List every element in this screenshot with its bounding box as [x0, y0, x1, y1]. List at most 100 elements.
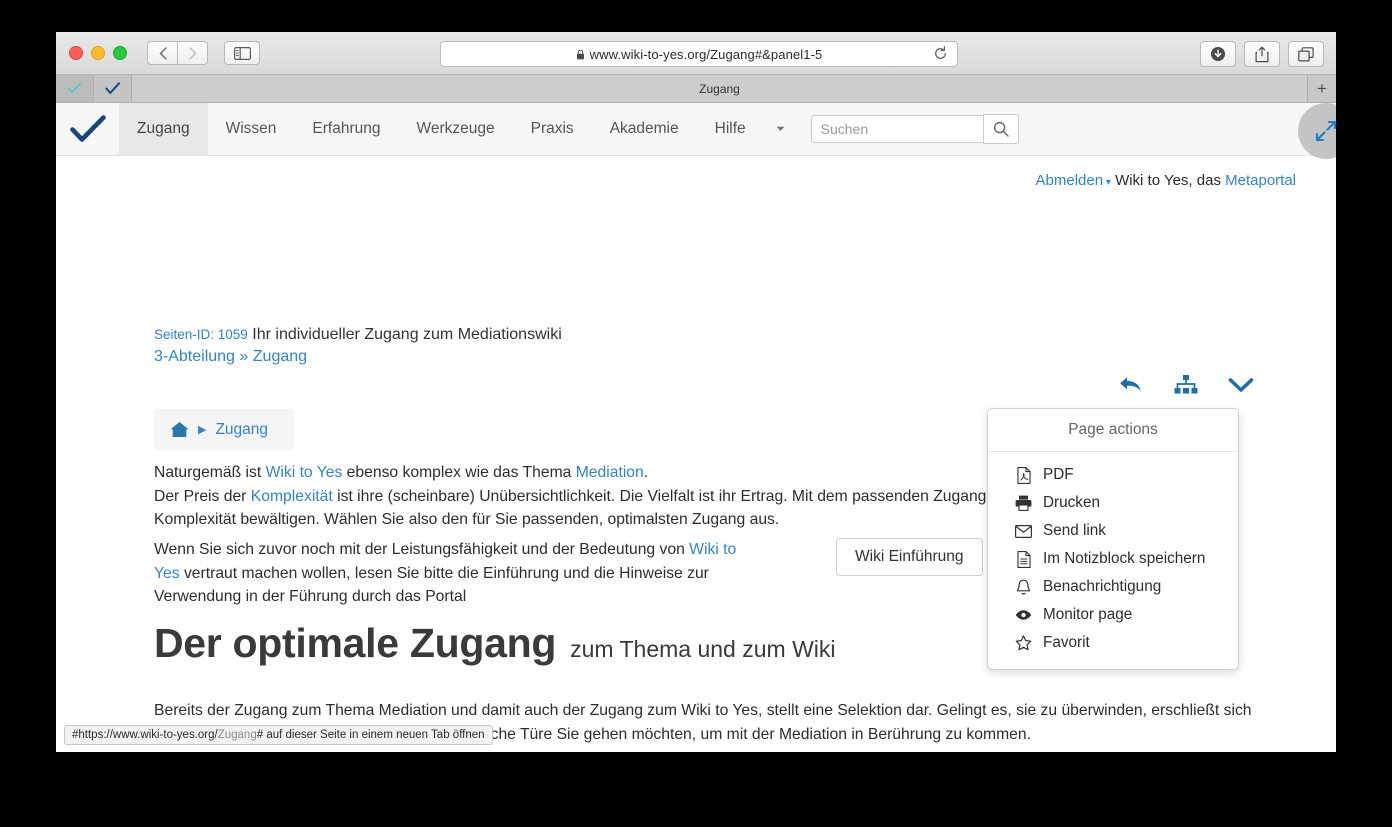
menu-item-label: Favorit [1043, 634, 1090, 652]
search-input[interactable] [811, 115, 983, 143]
menu-item-benachrichtigung[interactable]: Benachrichtigung [988, 573, 1238, 601]
bell-icon [1015, 579, 1032, 596]
breadcrumb-parent[interactable]: 3-Abteilung [154, 348, 235, 365]
browser-tab[interactable] [94, 75, 132, 102]
reply-arrow-icon[interactable] [1118, 374, 1144, 396]
section-heading: Der optimale Zugang zum Thema und zum Wi… [154, 620, 836, 667]
maximize-window-button[interactable] [113, 46, 127, 60]
menu-item-notizblock[interactable]: Im Notizblock speichern [988, 545, 1238, 573]
nav-item-praxis[interactable]: Praxis [513, 103, 592, 155]
search-button[interactable] [983, 114, 1019, 144]
menu-item-label: Im Notizblock speichern [1043, 550, 1205, 568]
page-action-icons [1118, 374, 1254, 396]
nav-item-erfahrung[interactable]: Erfahrung [294, 103, 398, 155]
link-mediation[interactable]: Mediation [576, 464, 644, 481]
menu-item-favorit[interactable]: Favorit [988, 629, 1238, 657]
new-tab-label: + [1317, 79, 1327, 99]
paragraph-einfuehrung: Wenn Sie sich zuvor noch mit der Leistun… [154, 538, 759, 609]
browser-toolbar: www.wiki-to-yes.org/Zugang#&panel1-5 [56, 32, 1336, 75]
page-content: Abmelden ▾ Wiki to Yes, das Metaportal S… [56, 156, 1336, 752]
page-title-row: Seiten-ID: 1059 Ihr individueller Zugang… [154, 324, 562, 346]
toolbar-right-buttons [1200, 41, 1324, 67]
nav-label: Praxis [531, 120, 574, 138]
nav-item-zugang[interactable]: Zugang [119, 103, 208, 155]
sidebar-toggle-icon [234, 47, 251, 60]
breadcrumb-box: ▶ Zugang [154, 409, 294, 450]
downloads-button[interactable] [1200, 41, 1236, 67]
link-komplexitaet[interactable]: Komplexität [251, 488, 333, 505]
page-meta: Seiten-ID: 1059 Ihr individueller Zugang… [154, 324, 562, 368]
menu-item-pdf[interactable]: PDF [988, 461, 1238, 489]
text-segment: . [644, 464, 648, 481]
breadcrumb-current[interactable]: Zugang [253, 348, 307, 365]
menu-item-drucken[interactable]: Drucken [988, 489, 1238, 517]
close-window-button[interactable] [69, 46, 83, 60]
window-controls [69, 46, 127, 60]
checkmark-icon [105, 82, 121, 96]
minimize-window-button[interactable] [91, 46, 105, 60]
nav-more-button[interactable] [764, 103, 797, 155]
page-actions-list: PDF Drucken [988, 452, 1238, 669]
screen: www.wiki-to-yes.org/Zugang#&panel1-5 [0, 0, 1392, 827]
nav-item-akademie[interactable]: Akademie [592, 103, 697, 155]
menu-item-send-link[interactable]: Send link [988, 517, 1238, 545]
link-wiki-to-yes[interactable]: Wiki to Yes [266, 464, 343, 481]
expand-diagonal-icon [1315, 120, 1336, 142]
status-prefix: #https://www.wiki-to-yes.org/ [72, 729, 218, 741]
checkmark-icon [67, 82, 82, 95]
eye-icon [1015, 609, 1032, 621]
caret-down-icon[interactable]: ▾ [1103, 177, 1111, 188]
nav-label: Zugang [137, 120, 190, 138]
wiki-einfuehrung-button[interactable]: Wiki Einführung [836, 538, 983, 576]
nav-item-werkzeuge[interactable]: Werkzeuge [398, 103, 512, 155]
chevron-down-icon[interactable] [1228, 377, 1254, 394]
lock-icon [576, 49, 585, 60]
browser-tab-label: Zugang [699, 82, 740, 96]
site-search [811, 103, 1019, 155]
text-segment: Naturgemäß ist [154, 464, 266, 481]
nav-label: Erfahrung [312, 120, 380, 138]
sitemap-icon[interactable] [1174, 374, 1198, 396]
menu-item-label: Drucken [1043, 494, 1100, 512]
heading-sub: zum Thema und zum Wiki [570, 636, 835, 663]
text-segment: vertraut machen wollen, lesen Sie bitte … [154, 565, 709, 606]
nav-label: Wissen [226, 120, 277, 138]
menu-item-monitor-page[interactable]: Monitor page [988, 601, 1238, 629]
nav-label: Werkzeuge [416, 120, 494, 138]
breadcrumb: 3-Abteilung » Zugang [154, 346, 562, 368]
text-segment: Der Preis der [154, 488, 251, 505]
home-icon[interactable] [170, 421, 189, 438]
browser-tab-active[interactable]: Zugang [132, 75, 1308, 102]
nav-item-wissen[interactable]: Wissen [208, 103, 295, 155]
tab-overview-icon [1298, 47, 1314, 62]
back-button[interactable] [147, 41, 177, 65]
nav-item-hilfe[interactable]: Hilfe [697, 103, 764, 155]
logout-link[interactable]: Abmelden [1036, 172, 1104, 189]
browser-tab[interactable] [56, 75, 94, 102]
site-logo[interactable] [56, 103, 119, 155]
sidebar-toggle-button[interactable] [224, 41, 260, 65]
share-icon [1255, 46, 1269, 63]
reload-button[interactable] [932, 45, 949, 62]
printer-icon [1015, 495, 1032, 511]
forward-button[interactable] [177, 41, 208, 65]
metaportal-link[interactable]: Metaportal [1225, 172, 1296, 189]
menu-item-label: Monitor page [1043, 606, 1132, 624]
pdf-file-icon [1015, 467, 1032, 484]
status-dim: Zugang [218, 729, 257, 741]
tab-overview-button[interactable] [1288, 41, 1324, 67]
status-suffix: # auf dieser Seite in einem neuen Tab öf… [257, 729, 485, 741]
menu-item-label: PDF [1043, 466, 1074, 484]
star-icon [1015, 635, 1032, 651]
chevron-down-icon [776, 126, 785, 132]
new-tab-button[interactable]: + [1308, 75, 1336, 102]
address-bar[interactable]: www.wiki-to-yes.org/Zugang#&panel1-5 [440, 41, 958, 67]
browser-window: www.wiki-to-yes.org/Zugang#&panel1-5 [56, 32, 1336, 752]
text-segment: Wenn Sie sich zuvor noch mit der Leistun… [154, 541, 689, 558]
envelope-icon [1015, 525, 1032, 538]
share-button[interactable] [1244, 41, 1280, 67]
breadcrumb-box-link[interactable]: Zugang [215, 421, 268, 439]
reload-icon [933, 46, 948, 61]
resize-handle[interactable] [1298, 103, 1336, 159]
navigation-buttons [147, 41, 208, 65]
